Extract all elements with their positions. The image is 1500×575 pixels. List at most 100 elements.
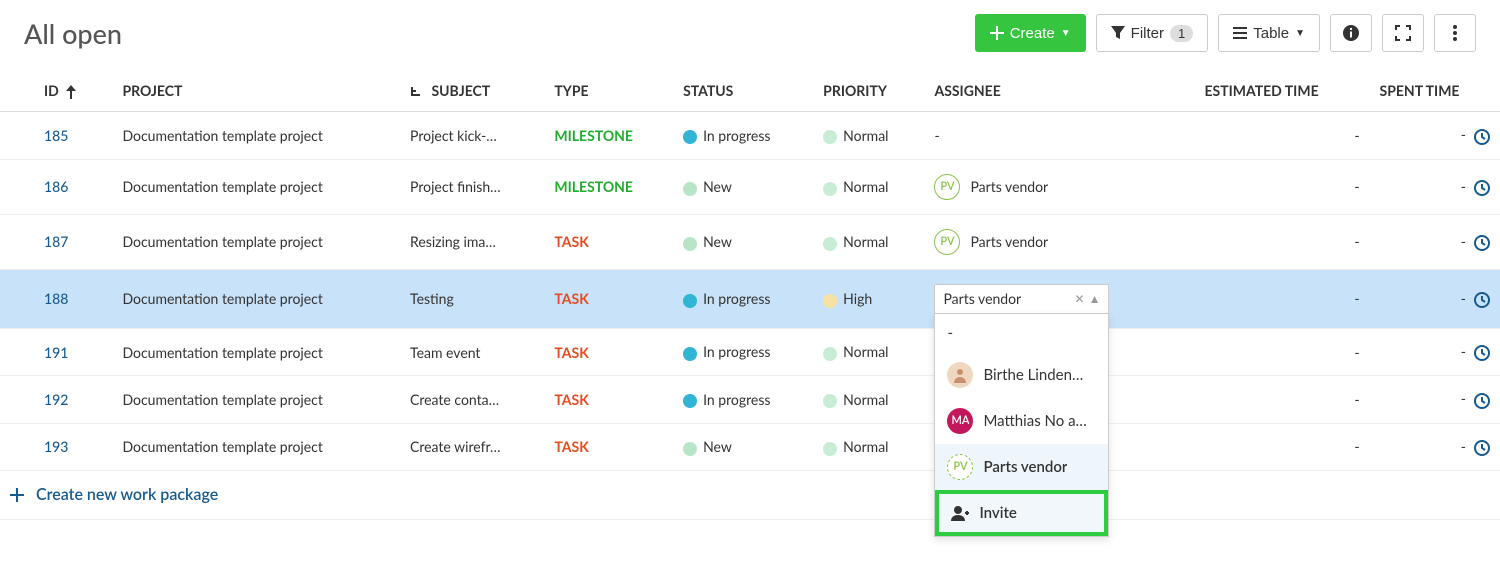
assignee-option[interactable]: PVParts vendor (935, 444, 1108, 490)
filter-button-label: Filter (1131, 25, 1164, 42)
avatar-pv: PV (934, 229, 960, 255)
priority-label: Normal (843, 438, 888, 455)
col-subject-header[interactable]: SUBJECT (400, 70, 544, 112)
wp-id-link[interactable]: 188 (44, 290, 68, 307)
col-estimated-header[interactable]: ESTIMATED TIME (1194, 70, 1369, 112)
status-dot (683, 294, 697, 308)
subject[interactable]: Team event (410, 344, 480, 361)
info-icon (1342, 24, 1360, 42)
assignee-input[interactable]: Parts vendor✕▲ (934, 284, 1109, 314)
project-name: Documentation template project (123, 127, 323, 144)
assignee-option-label: Birthe Linden… (983, 366, 1083, 384)
kebab-icon (1453, 25, 1457, 41)
table-row[interactable]: 185 Documentation template project Project… (0, 112, 1500, 159)
col-priority-header[interactable]: PRIORITY (813, 70, 924, 112)
subject[interactable]: Resizing ima… (410, 233, 496, 250)
col-assignee-header[interactable]: ASSIGNEE (924, 70, 1194, 112)
spent-time: - (1461, 343, 1466, 360)
status-label: In progress (703, 127, 770, 144)
assignee-dropdown-list: - Birthe Linden… MAMatthias No a…PVParts v… (934, 314, 1109, 537)
table-row[interactable]: 188 Documentation template project Testing… (0, 269, 1500, 328)
col-id-header[interactable]: ID (0, 70, 113, 112)
assignee-cell[interactable]: PVParts vendor (934, 229, 1048, 255)
avatar-user (947, 362, 973, 388)
view-mode-label: Table (1253, 25, 1289, 42)
project-name: Documentation template project (123, 290, 323, 307)
create-button[interactable]: Create ▼ (975, 14, 1086, 52)
fullscreen-button[interactable] (1382, 14, 1424, 52)
col-spent-header[interactable]: SPENT TIME (1370, 70, 1500, 112)
wp-id-link[interactable]: 191 (44, 344, 68, 361)
page-title: All open (24, 17, 122, 50)
clock-icon[interactable] (1474, 440, 1490, 456)
info-button[interactable] (1330, 14, 1372, 52)
table-row[interactable]: 193Documentation template projectCreate … (0, 423, 1500, 470)
status-dot (683, 182, 697, 196)
clock-icon[interactable] (1474, 129, 1490, 145)
avatar-pv: PV (934, 174, 960, 200)
subject[interactable]: Project kick-… (410, 127, 497, 144)
clear-icon[interactable]: ✕ (1075, 291, 1085, 306)
status-label: New (703, 233, 732, 250)
wp-id-link[interactable]: 193 (44, 438, 68, 455)
clock-icon[interactable] (1474, 235, 1490, 251)
type-label: TASK (554, 438, 588, 455)
plus-icon (990, 26, 1004, 40)
estimated-time: - (1354, 290, 1359, 307)
more-button[interactable] (1434, 14, 1476, 52)
filter-button[interactable]: Filter 1 (1096, 14, 1209, 52)
table-row[interactable]: 191 Documentation template project Team ev… (0, 328, 1500, 375)
chevron-down-icon: ▼ (1061, 28, 1071, 39)
invite-option[interactable]: Invite (935, 490, 1108, 536)
assignee-cell[interactable]: PVParts vendor (934, 174, 1048, 200)
create-wp-label: Create new work package (36, 485, 218, 504)
status-dot (683, 442, 697, 456)
assignee-option[interactable]: Birthe Linden… (935, 352, 1108, 398)
create-wp-row[interactable]: Create new work package (0, 471, 1500, 520)
invite-icon (951, 505, 969, 521)
col-status-header[interactable]: STATUS (673, 70, 813, 112)
status-dot (683, 394, 697, 408)
create-button-label: Create (1010, 25, 1055, 42)
priority-label: Normal (843, 233, 888, 250)
avatar-ma: MA (947, 408, 973, 434)
assignee-option[interactable]: - (935, 314, 1108, 352)
project-name: Documentation template project (123, 391, 323, 408)
spent-time: - (1461, 390, 1466, 407)
clock-icon[interactable] (1474, 292, 1490, 308)
type-label: TASK (554, 344, 588, 361)
status-dot (683, 130, 697, 144)
table-row[interactable]: 187Documentation template projectResizin… (0, 214, 1500, 269)
invite-label: Invite (979, 504, 1016, 522)
chevron-up-icon[interactable]: ▲ (1089, 291, 1101, 306)
col-type-header[interactable]: TYPE (544, 70, 673, 112)
spent-time: - (1461, 126, 1466, 143)
view-mode-button[interactable]: Table ▼ (1218, 14, 1320, 52)
clock-icon[interactable] (1474, 180, 1490, 196)
assignee-dropdown[interactable]: Parts vendor✕▲-Birthe Linden…MAMatthias … (934, 284, 1184, 314)
subject[interactable]: Project finish… (410, 178, 501, 195)
wp-id-link[interactable]: 185 (44, 127, 68, 144)
clock-icon[interactable] (1474, 393, 1490, 409)
table-row[interactable]: 186Documentation template projectProject… (0, 159, 1500, 214)
wp-id-link[interactable]: 192 (44, 391, 68, 408)
assignee-option[interactable]: MAMatthias No a… (935, 398, 1108, 444)
project-name: Documentation template project (123, 344, 323, 361)
create-wp-link[interactable]: Create new work package (10, 485, 218, 504)
priority-dot (823, 394, 837, 408)
table-row[interactable]: 192 Documentation template project Create … (0, 376, 1500, 423)
subject[interactable]: Testing (410, 290, 454, 307)
subject[interactable]: Create wirefr… (410, 438, 501, 455)
avatar-pv: PV (947, 454, 973, 480)
type-label: TASK (554, 391, 588, 408)
wp-id-link[interactable]: 187 (44, 233, 68, 250)
subject[interactable]: Create conta… (410, 391, 499, 408)
clock-icon[interactable] (1474, 345, 1490, 361)
col-project-header[interactable]: PROJECT (113, 70, 401, 112)
wp-id-link[interactable]: 186 (44, 178, 68, 195)
assignee-label[interactable]: - (934, 127, 939, 144)
spent-time: - (1461, 178, 1466, 195)
estimated-time: - (1354, 344, 1359, 361)
spent-time: - (1461, 290, 1466, 307)
spent-time: - (1461, 438, 1466, 455)
